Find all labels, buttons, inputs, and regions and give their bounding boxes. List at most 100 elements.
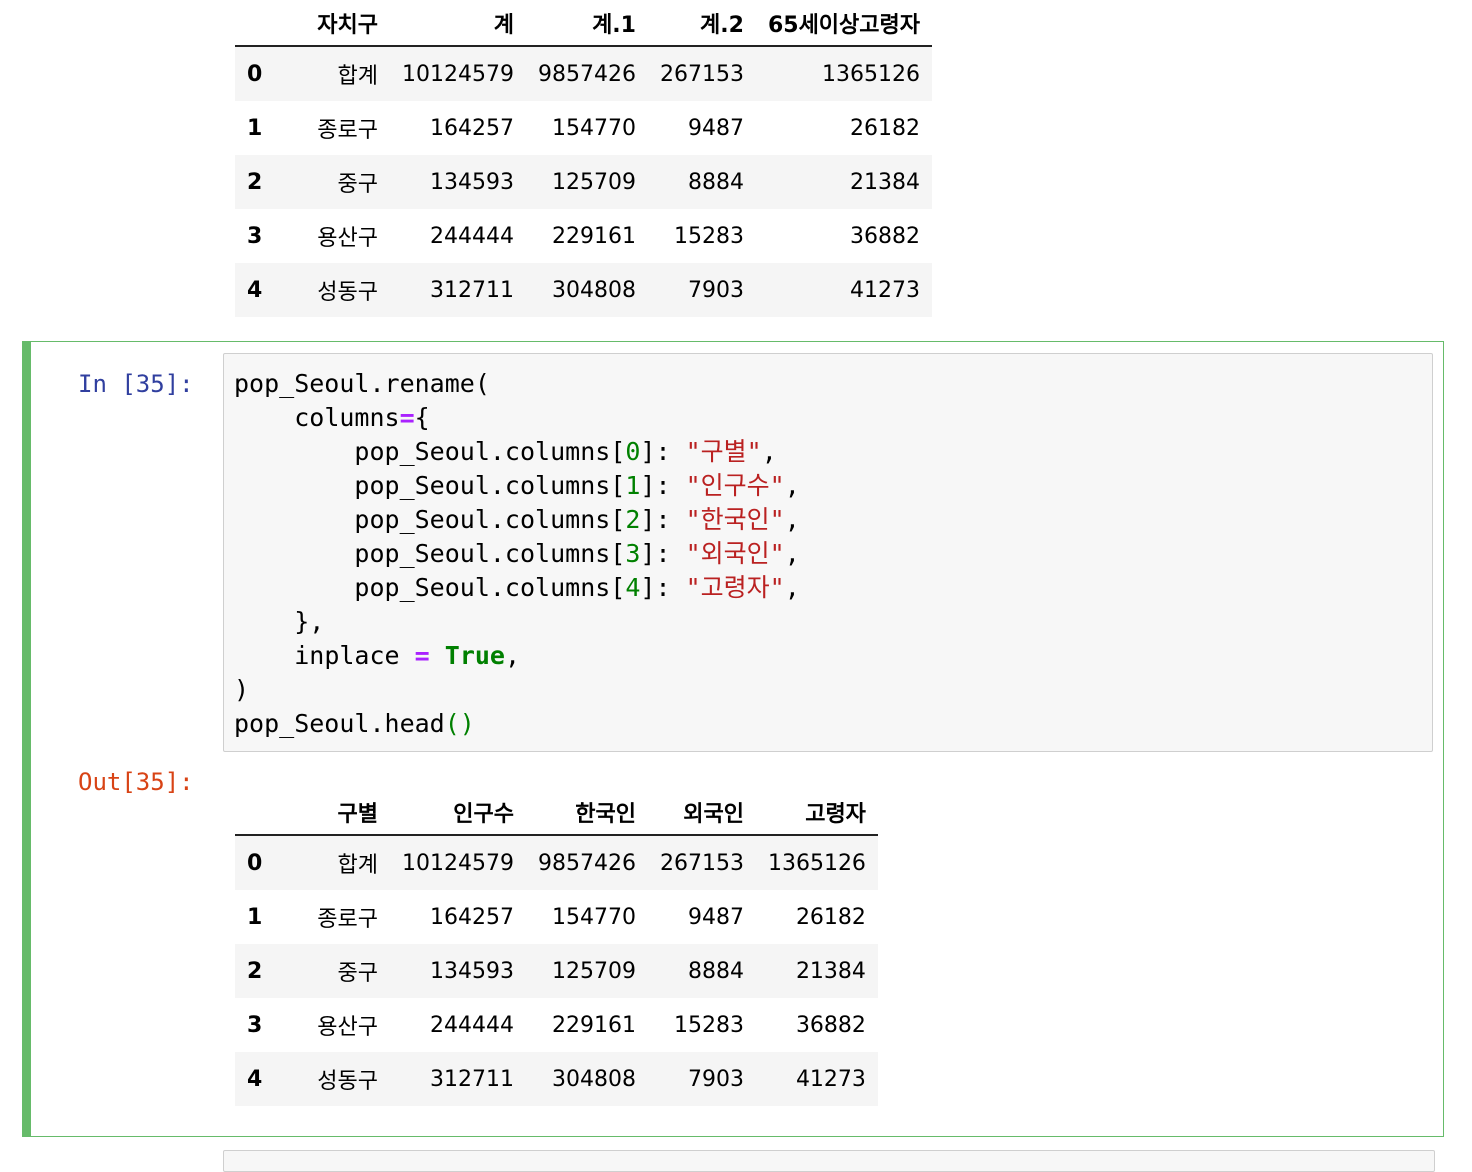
table-cell: 21384 [850,169,921,195]
table-cell: 267153 [659,850,744,876]
table-cell: 성동구 [317,280,378,305]
table-row: 4 성동구 312711 304808 7903 41273 [235,263,933,317]
code-string: "인구수" [685,471,785,500]
column-header: 계 [390,0,526,47]
table-cell: 36882 [795,1012,866,1038]
column-header: 구별 [279,790,390,836]
code-operator: = [399,403,415,432]
code-token: pop_Seoul.columns[ [354,471,626,500]
table-cell: 9857426 [537,61,636,87]
table-cell: 267153 [659,61,744,87]
code-token: ]: [640,573,671,602]
column-header: 자치구 [279,0,390,47]
table-cell: 1365126 [822,61,921,87]
code-token: pop_Seoul.columns[ [354,505,626,534]
table-cell: 164257 [430,904,514,930]
table-header-row: 자치구 계 계.1 계.2 65세이상고령자 [235,0,933,47]
table-header-row: 구별 인구수 한국인 외국인 고령자 [235,790,878,836]
code-token: ) [234,675,250,704]
row-index: 1 [247,904,263,930]
code-token: pop_Seoul.columns[ [354,437,626,466]
index-header [235,790,279,836]
table-cell: 10124579 [402,850,514,876]
table-cell: 용산구 [317,1015,378,1040]
code-number: 3 [625,539,641,568]
table-cell: 9487 [687,904,744,930]
code-token: pop_Seoul.columns[ [354,539,626,568]
index-header [235,0,279,47]
table-row: 0 합계 10124579 9857426 267153 1365126 [235,46,933,101]
table-cell: 244444 [430,223,514,249]
table-cell: 7903 [687,1066,744,1092]
table-cell: 9857426 [537,850,636,876]
table-row: 2 중구 134593 125709 8884 21384 [235,155,933,209]
table-cell: 종로구 [317,907,378,932]
table-cell: 125709 [551,958,636,984]
next-code-cell[interactable] [223,1150,1435,1172]
code-token: columns [294,403,400,432]
table-row: 3 용산구 244444 229161 15283 36882 [235,998,878,1052]
previous-output-dataframe: 자치구 계 계.1 계.2 65세이상고령자 0 합계 10124579 985… [235,0,933,317]
code-number: 4 [625,573,641,602]
column-header: 계.1 [525,0,648,47]
column-header: 계.2 [647,0,756,47]
code-number: 0 [625,437,641,466]
output-prompt: Out[35]: [78,768,194,796]
code-token: ]: [640,539,671,568]
code-parens: () [444,709,475,738]
table-cell: 10124579 [402,61,514,87]
table-cell: 41273 [795,1066,866,1092]
table-cell: 312711 [430,1066,514,1092]
table-cell: 15283 [673,223,744,249]
table-cell: 134593 [430,958,514,984]
code-text[interactable]: pop_Seoul.rename( columns={ pop_Seoul.co… [234,367,800,741]
code-token: , [784,505,800,534]
code-token: , [504,641,521,670]
table-cell: 229161 [551,1012,636,1038]
code-token: pop_Seoul.columns[ [354,573,626,602]
row-index: 4 [247,277,263,303]
table-cell: 26182 [795,904,866,930]
table-row: 0 합계 10124579 9857426 267153 1365126 [235,835,878,890]
table-cell: 26182 [850,115,921,141]
table-cell: 36882 [850,223,921,249]
table-cell: 성동구 [317,1069,378,1094]
column-header: 고령자 [755,790,878,836]
code-token: { [414,403,430,432]
table-cell: 134593 [430,169,514,195]
table-row: 1 종로구 164257 154770 9487 26182 [235,101,932,155]
table-cell: 9487 [687,115,744,141]
code-string: "한국인" [685,505,785,534]
table-row: 4 성동구 312711 304808 7903 41273 [235,1052,878,1106]
code-token: }, [294,607,325,636]
table-cell: 8884 [687,169,744,195]
table-cell: 8884 [687,958,744,984]
table-cell: 41273 [850,277,921,303]
table-cell: 합계 [337,64,378,89]
code-string: "외국인" [685,539,785,568]
row-index: 3 [247,1012,263,1038]
table-cell: 합계 [337,853,378,878]
code-operator: = [414,641,430,670]
code-token: , [784,573,800,602]
table-cell: 15283 [673,1012,744,1038]
row-index: 0 [247,850,263,876]
code-token: pop_Seoul [234,369,370,398]
table-cell: 중구 [337,172,378,197]
table-row: 3 용산구 244444 229161 15283 36882 [235,209,932,263]
code-token: pop_Seoul.head [234,709,445,738]
row-index: 4 [247,1066,263,1092]
table-cell: 154770 [551,904,636,930]
column-header: 65세이상고령자 [755,0,933,47]
row-index: 0 [247,61,263,87]
row-index: 2 [247,169,263,195]
table-row: 1 종로구 164257 154770 9487 26182 [235,890,878,944]
column-header: 외국인 [647,790,756,836]
table-cell: 229161 [551,223,636,249]
row-index: 3 [247,223,263,249]
input-prompt: In [35]: [78,370,194,398]
code-token: inplace [294,641,400,670]
code-token: ]: [640,505,671,534]
table-cell: 중구 [337,961,378,986]
code-number: 1 [625,471,641,500]
